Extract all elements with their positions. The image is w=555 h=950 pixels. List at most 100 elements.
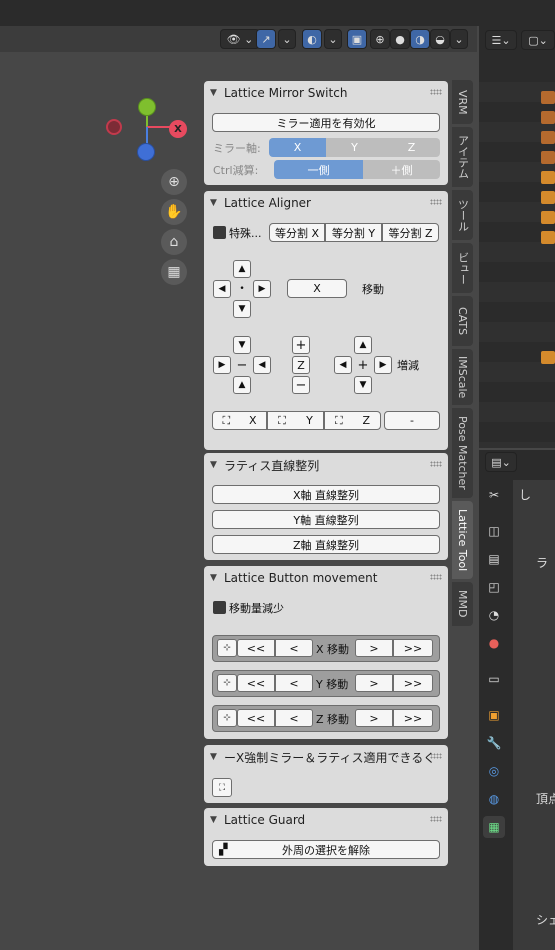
overlay-button[interactable]: ◐ (302, 29, 322, 49)
tab-view[interactable]: ビュー (452, 243, 473, 293)
pivot-icon[interactable]: ⊹ (217, 709, 237, 727)
x-straight-align-button[interactable]: X軸 直線整列 (212, 485, 440, 504)
deselect-outer-button[interactable]: ▞ 外周の選択を解除 (212, 840, 440, 859)
visibility-dropdown[interactable]: 👁 ⌄ (220, 29, 260, 49)
z-fast-back-button[interactable]: << (237, 709, 275, 727)
y-back-button[interactable]: < (275, 674, 313, 692)
tab-tool[interactable]: ツール (452, 190, 473, 240)
z-minus-button[interactable]: − (292, 376, 310, 394)
z-axis-handle[interactable] (137, 143, 155, 161)
shrink-left-button[interactable]: ▶ (213, 356, 231, 374)
select-x-button[interactable]: ⛶ X (212, 411, 267, 430)
expand-up-button[interactable]: ▲ (354, 336, 372, 354)
particles-tab[interactable]: ◎ (483, 760, 505, 782)
x-fast-back-button[interactable]: << (237, 639, 275, 657)
xray-button[interactable]: ▣ (347, 29, 367, 49)
x-axis-handle[interactable]: X (169, 120, 187, 138)
force-mirror-button[interactable]: ⛶ (212, 778, 232, 797)
world-tab[interactable]: ● (483, 632, 505, 654)
filter-dropdown[interactable]: ▢⌄ (521, 30, 555, 50)
y-fast-fwd-button[interactable]: >> (393, 674, 433, 692)
selectability-button[interactable]: ↗ (256, 29, 276, 49)
shading-wireframe[interactable]: ⊕ (370, 29, 390, 49)
shrink-right-button[interactable]: ◀ (253, 356, 271, 374)
tab-item[interactable]: アイテム (452, 127, 473, 187)
divide-y-button[interactable]: 等分割 Y (325, 223, 382, 242)
z-fast-fwd-button[interactable]: >> (393, 709, 433, 727)
modifier-tab[interactable]: 🔧 (483, 732, 505, 754)
divide-x-button[interactable]: 等分割 X (269, 223, 325, 242)
output-tab[interactable]: ▤ (483, 548, 505, 570)
collection-tab[interactable]: ▭ (483, 668, 505, 690)
panel-header[interactable]: ▼ ラティス直線整列 (210, 457, 319, 473)
x-axis-button[interactable]: X (287, 279, 347, 298)
z-back-button[interactable]: < (275, 709, 313, 727)
minus-side-button[interactable]: 一側 (274, 160, 363, 179)
drag-grip-icon[interactable] (430, 816, 442, 822)
move-up-button[interactable]: ▲ (233, 260, 251, 278)
expand-left-button[interactable]: ◀ (334, 356, 352, 374)
shrink-down-button[interactable]: ▲ (233, 376, 251, 394)
panel-header[interactable]: ▼ Lattice Guard (210, 812, 305, 828)
x-fast-fwd-button[interactable]: >> (393, 639, 433, 657)
z-label-button[interactable]: Z (292, 356, 310, 374)
pivot-icon[interactable]: ⊹ (217, 639, 237, 657)
shading-material[interactable]: ◑ (410, 29, 430, 49)
shading-dropdown[interactable]: ⌄ (450, 29, 468, 49)
panel-header[interactable]: ▼ Lattice Aligner (210, 195, 311, 211)
y-axis-handle[interactable] (138, 98, 156, 116)
drag-grip-icon[interactable] (430, 574, 442, 580)
neg-x-axis-handle[interactable] (106, 119, 122, 135)
plus-side-button[interactable]: ＋側 (363, 160, 440, 179)
pan-button[interactable]: ✋ (161, 199, 187, 225)
x-back-button[interactable]: < (275, 639, 313, 657)
reduce-move-checkbox[interactable] (213, 601, 226, 614)
tab-mmd[interactable]: MMD (452, 582, 473, 626)
drag-grip-icon[interactable] (430, 461, 442, 467)
zoom-button[interactable]: ⊕ (161, 169, 187, 195)
special-checkbox[interactable] (213, 226, 226, 239)
tab-imscale[interactable]: IMScale (452, 349, 473, 405)
editor-type-dropdown[interactable]: ▤⌄ (485, 452, 517, 472)
panel-header[interactable]: ▼ Lattice Button movement (210, 570, 378, 586)
dash-button[interactable]: - (384, 411, 440, 430)
shading-rendered[interactable]: ◒ (430, 29, 450, 49)
panel-header[interactable]: ▼ Lattice Mirror Switch (210, 85, 347, 101)
y-straight-align-button[interactable]: Y軸 直線整列 (212, 510, 440, 529)
pivot-icon[interactable]: ⊹ (217, 674, 237, 692)
y-fast-back-button[interactable]: << (237, 674, 275, 692)
drag-grip-icon[interactable] (430, 89, 442, 95)
move-right-button[interactable]: ▶ (253, 280, 271, 298)
y-fwd-button[interactable]: > (355, 674, 393, 692)
mirror-axis-y[interactable]: Y (326, 138, 383, 157)
z-fwd-button[interactable]: > (355, 709, 393, 727)
grid-button[interactable]: ▦ (161, 259, 187, 285)
overlay-dropdown[interactable]: ⌄ (324, 29, 342, 49)
expand-down-button[interactable]: ▼ (354, 376, 372, 394)
scene-tab[interactable]: ◔ (483, 604, 505, 626)
z-straight-align-button[interactable]: Z軸 直線整列 (212, 535, 440, 554)
gizmo-dropdown[interactable]: ⌄ (278, 29, 296, 49)
display-mode-dropdown[interactable]: ☰⌄ (485, 30, 517, 50)
tab-pose-matcher[interactable]: Pose Matcher (452, 408, 473, 498)
move-down-button[interactable]: ▼ (233, 300, 251, 318)
tab-vrm[interactable]: VRM (452, 80, 473, 124)
camera-button[interactable]: ⌂ (161, 229, 187, 255)
lattice-data-tab[interactable]: ▦ (483, 816, 505, 838)
select-y-button[interactable]: ⛶ Y (267, 411, 324, 430)
shrink-up-button[interactable]: ▼ (233, 336, 251, 354)
view-layer-tab[interactable]: ◰ (483, 576, 505, 598)
outliner[interactable]: ☰⌄ ▢⌄ (479, 26, 555, 448)
z-plus-button[interactable]: + (292, 336, 310, 354)
render-tab[interactable]: ◫ (483, 520, 505, 542)
move-left-button[interactable]: ◀ (213, 280, 231, 298)
select-z-button[interactable]: ⛶ Z (324, 411, 381, 430)
tab-cats[interactable]: CATS (452, 296, 473, 346)
enable-mirror-button[interactable]: ミラー適用を有効化 (212, 113, 440, 132)
tool-tab[interactable]: ✂ (483, 484, 505, 506)
drag-grip-icon[interactable] (430, 199, 442, 205)
shading-solid[interactable]: ● (390, 29, 410, 49)
physics-tab[interactable]: ◍ (483, 788, 505, 810)
panel-header[interactable]: ▼ ーX強制ミラー＆ラティス適用できるく (210, 749, 435, 765)
tab-lattice-tool[interactable]: Lattice Tool (452, 501, 473, 579)
